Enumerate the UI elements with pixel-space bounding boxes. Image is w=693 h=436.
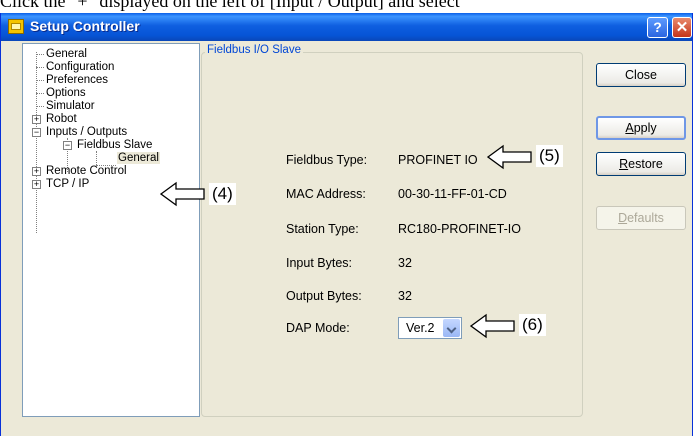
- callout-arrow-icon: [160, 181, 205, 207]
- mac-address-value: 00-30-11-FF-01-CD: [398, 187, 507, 201]
- apply-button[interactable]: Apply: [596, 116, 686, 140]
- tree-item-preferences[interactable]: Preferences: [46, 74, 108, 86]
- settings-tree[interactable]: General Configuration Preferences Option…: [22, 43, 200, 417]
- defaults-button[interactable]: Defaults: [596, 206, 686, 230]
- app-icon: [8, 19, 24, 34]
- callout-arrow-icon: [487, 144, 532, 170]
- tree-line: [36, 106, 44, 107]
- tree-item-inputs-outputs[interactable]: Inputs / Outputs: [46, 126, 127, 138]
- tree-line: [36, 67, 44, 68]
- tree-item-configuration[interactable]: Configuration: [46, 61, 114, 73]
- tree-line: [96, 151, 97, 165]
- collapse-inputs-outputs-icon[interactable]: −: [32, 128, 41, 137]
- defaults-label: efaults: [627, 211, 664, 225]
- output-bytes-value: 32: [398, 289, 412, 303]
- fieldbus-type-value: PROFINET IO: [398, 153, 478, 167]
- callout-arrow-icon: [470, 313, 515, 339]
- expand-robot-icon[interactable]: +: [32, 115, 41, 124]
- tree-line: [36, 54, 44, 55]
- input-bytes-label: Input Bytes:: [286, 256, 353, 270]
- callout-4: (4): [209, 183, 236, 205]
- chevron-down-icon[interactable]: [443, 319, 460, 337]
- tree-item-robot[interactable]: Robot: [46, 113, 77, 125]
- close-window-button[interactable]: ✕: [672, 17, 692, 38]
- tree-item-remote-control[interactable]: Remote Control: [46, 165, 127, 177]
- output-bytes-label: Output Bytes:: [286, 289, 362, 303]
- tree-item-options[interactable]: Options: [46, 87, 86, 99]
- expand-tcp-ip-icon[interactable]: +: [32, 180, 41, 189]
- restore-accelerator: R: [619, 157, 629, 171]
- tree-item-tcp-ip[interactable]: TCP / IP: [46, 178, 89, 190]
- dap-mode-value: Ver.2: [406, 321, 435, 335]
- fieldbus-io-slave-group: [201, 52, 583, 417]
- title-bar[interactable]: Setup Controller ? ✕: [1, 13, 692, 41]
- tree-line: [36, 93, 44, 94]
- group-title: Fieldbus I/O Slave: [205, 44, 303, 56]
- collapse-fieldbus-slave-icon[interactable]: −: [63, 141, 72, 150]
- input-bytes-value: 32: [398, 256, 412, 270]
- apply-label: pply: [633, 121, 657, 135]
- restore-button[interactable]: Restore: [596, 152, 686, 176]
- close-button[interactable]: Close: [596, 63, 686, 87]
- tree-item-fieldbus-slave[interactable]: Fieldbus Slave: [77, 139, 152, 151]
- dap-mode-select[interactable]: Ver.2: [398, 317, 462, 339]
- instruction-caption: Click the "+" displayed on the left of […: [0, 0, 460, 11]
- help-button[interactable]: ?: [647, 17, 668, 38]
- callout-5: (5): [536, 145, 563, 167]
- restore-label: estore: [628, 157, 663, 171]
- tree-item-simulator[interactable]: Simulator: [46, 100, 95, 112]
- mac-address-label: MAC Address:: [286, 187, 366, 201]
- station-type-label: Station Type:: [286, 222, 359, 236]
- tree-item-general[interactable]: General: [46, 48, 87, 60]
- defaults-accelerator: D: [618, 211, 628, 225]
- expand-remote-control-icon[interactable]: +: [32, 167, 41, 176]
- dap-mode-label: DAP Mode:: [286, 321, 350, 335]
- station-type-value: RC180-PROFINET-IO: [398, 222, 521, 236]
- callout-6: (6): [519, 314, 546, 336]
- fieldbus-type-label: Fieldbus Type:: [286, 153, 368, 167]
- window-title: Setup Controller: [30, 18, 140, 34]
- tree-item-fieldbus-general[interactable]: General: [117, 152, 160, 164]
- apply-accelerator: A: [625, 121, 634, 135]
- tree-line: [36, 80, 44, 81]
